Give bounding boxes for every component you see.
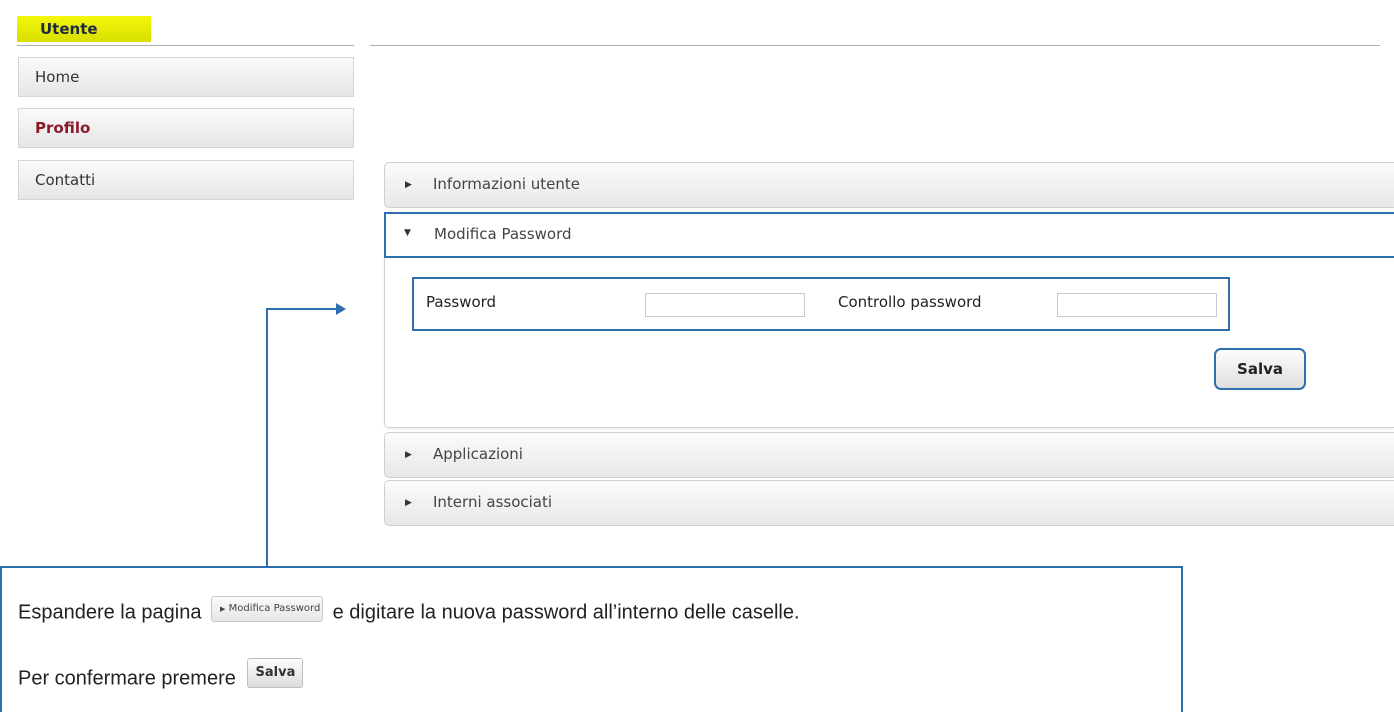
- sidebar-header: Utente: [17, 16, 151, 42]
- triangle-right-icon: ▶: [405, 450, 412, 460]
- accordion-applicazioni[interactable]: ▶ Applicazioni: [384, 432, 1394, 478]
- triangle-right-icon: ▶: [220, 605, 226, 613]
- accordion-modifica-password[interactable]: ▼ Modifica Password: [384, 212, 1394, 258]
- sidebar-item-label: Home: [35, 68, 80, 86]
- password-field[interactable]: [645, 293, 805, 317]
- instruction-line-2: Per confermare premere Salva: [18, 658, 304, 694]
- accordion-label: Interni associati: [433, 493, 553, 511]
- sidebar-divider: [17, 45, 354, 46]
- triangle-right-icon: ▶: [405, 498, 412, 508]
- accordion-label: Informazioni utente: [433, 175, 580, 193]
- accordion-label: Modifica Password: [434, 225, 572, 243]
- triangle-down-icon: ▼: [404, 228, 411, 238]
- sidebar-item-contatti[interactable]: Contatti: [18, 160, 354, 200]
- content-divider: [370, 45, 1380, 46]
- connector-line: [266, 308, 268, 566]
- sidebar-item-label: Profilo: [35, 119, 91, 137]
- arrow-right-icon: [336, 303, 346, 315]
- confirm-password-label: Controllo password: [838, 293, 982, 311]
- password-label: Password: [426, 293, 497, 311]
- mini-accordion-label: Modifica Password: [228, 603, 321, 614]
- mini-save-button-example: Salva: [247, 658, 304, 688]
- instruction-text: e digitare la nuova password all’interno…: [332, 601, 800, 624]
- triangle-right-icon: ▶: [405, 180, 412, 190]
- instruction-text: Per confermare premere: [18, 667, 236, 690]
- accordion-interni-associati[interactable]: ▶ Interni associati: [384, 480, 1394, 526]
- save-button[interactable]: Salva: [1214, 348, 1306, 390]
- accordion-informazioni-utente[interactable]: ▶ Informazioni utente: [384, 162, 1394, 208]
- sidebar-item-label: Contatti: [35, 171, 96, 189]
- instruction-line-1: Espandere la pagina ▶ Modifica Password …: [18, 596, 800, 626]
- instruction-text: Espandere la pagina: [18, 601, 202, 624]
- confirm-password-field[interactable]: [1057, 293, 1217, 317]
- sidebar-item-profilo[interactable]: Profilo: [18, 108, 354, 148]
- connector-line: [266, 308, 338, 310]
- mini-accordion-example: ▶ Modifica Password: [211, 596, 324, 622]
- instruction-box: Espandere la pagina ▶ Modifica Password …: [0, 566, 1183, 712]
- sidebar-item-home[interactable]: Home: [18, 57, 354, 97]
- accordion-label: Applicazioni: [433, 445, 523, 463]
